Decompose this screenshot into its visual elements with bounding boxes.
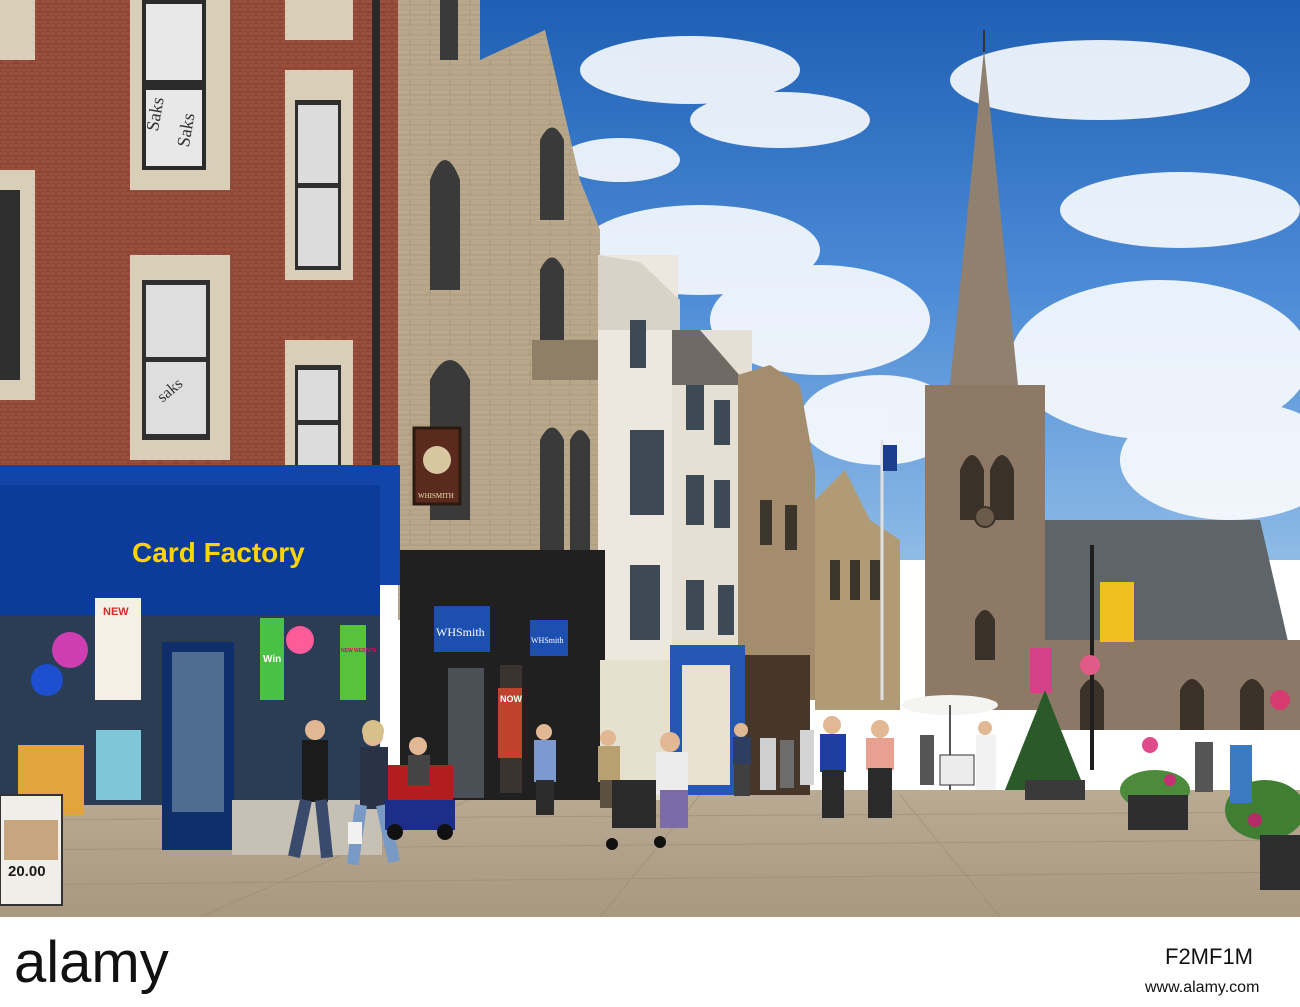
church-tower: [925, 385, 1045, 710]
now-sign: NOW: [500, 694, 523, 704]
shopfront-blue-window: [682, 665, 730, 785]
flag: [883, 445, 897, 471]
sandstone-building: [738, 365, 815, 700]
watermark-url: www.alamy.com: [1144, 979, 1259, 996]
banner-pink: [1030, 648, 1052, 693]
door-glass: [172, 652, 224, 812]
watermark-brand: alamy: [14, 930, 169, 995]
pub-sign-text: WHISMITH: [418, 492, 454, 500]
poster-win: Win: [263, 654, 281, 665]
poster-new-website: NEW WEBSITE: [341, 648, 377, 654]
watermark-image-id: F2MF1M: [1165, 944, 1253, 969]
bay-window: [532, 340, 598, 380]
banner-yellow: [1100, 582, 1134, 642]
church-roof: [1045, 520, 1290, 650]
whsmith-door[interactable]: [448, 668, 484, 798]
whsmith-sign-right: WHSmith: [531, 636, 563, 645]
market-stall-sign: [939, 754, 975, 786]
ad-price: 20.00: [8, 863, 46, 880]
poster-new: NEW: [103, 606, 129, 618]
church-clock: [974, 506, 996, 528]
drainpipe: [372, 0, 380, 540]
watermark-band: [0, 917, 1300, 1007]
whsmith-sign-left: WHSmith: [436, 625, 485, 639]
card-factory-sign: Card Factory: [132, 537, 305, 568]
street-scene-photo: Saks Saks saks WHISMITH Card Factory NEW…: [0, 0, 1300, 1007]
